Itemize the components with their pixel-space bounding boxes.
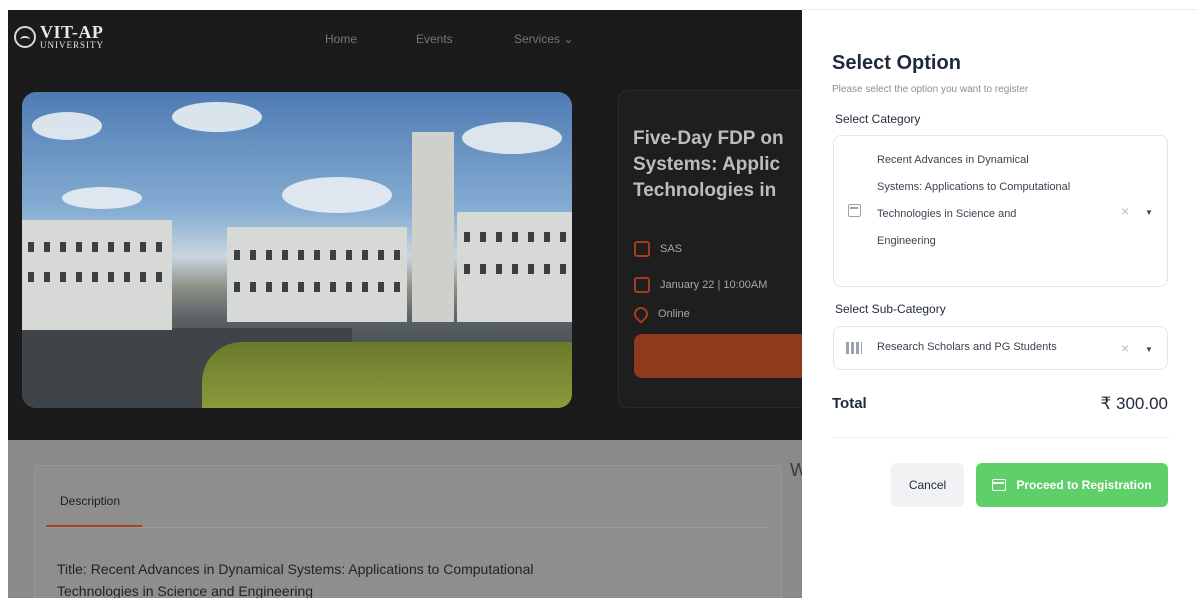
drawer-divider bbox=[832, 437, 1169, 438]
category-clear-icon[interactable]: × bbox=[1121, 203, 1129, 219]
event-title-line: Technologies in bbox=[633, 180, 777, 201]
category-value-line: Technologies in Science and bbox=[877, 208, 1017, 220]
category-label: Select Category bbox=[835, 112, 921, 126]
nav-services[interactable]: Services ⌄ bbox=[514, 32, 573, 46]
proceed-to-registration-button[interactable]: Proceed to Registration bbox=[976, 463, 1168, 507]
total-amount: ₹ 300.00 bbox=[1100, 394, 1168, 413]
calendar-icon bbox=[992, 479, 1007, 491]
logo-subtitle: UNIVERSITY bbox=[40, 40, 104, 50]
description-line: Title: Recent Advances in Dynamical Syst… bbox=[57, 561, 534, 577]
total-label: Total bbox=[832, 395, 867, 412]
nav-events[interactable]: Events bbox=[416, 32, 453, 46]
event-department-text: SAS bbox=[660, 243, 683, 255]
category-selected-value: Recent Advances in Dynamical Systems: Ap… bbox=[877, 147, 1112, 255]
description-line: Technologies in Science and Engineering bbox=[57, 583, 314, 598]
register-button[interactable] bbox=[634, 334, 804, 378]
location-pin-icon bbox=[631, 304, 651, 324]
campus-photo bbox=[22, 92, 572, 408]
category-chevron-down-icon[interactable]: ▼ bbox=[1145, 208, 1153, 217]
drawer-title: Select Option bbox=[832, 52, 961, 74]
event-mode-text: Online bbox=[658, 308, 690, 320]
page: VIT-AP UNIVERSITY Home Events Services ⌄… bbox=[0, 0, 1197, 598]
category-value-line: Recent Advances in Dynamical bbox=[877, 154, 1029, 166]
event-mode: Online bbox=[631, 304, 690, 324]
calendar-icon bbox=[848, 204, 861, 217]
calendar-icon bbox=[634, 277, 650, 293]
logo-emblem-icon bbox=[14, 25, 36, 48]
subcategory-selected-value: Research Scholars and PG Students bbox=[877, 341, 1057, 353]
event-date: January 22 | 10:00AM bbox=[634, 277, 767, 293]
building-icon bbox=[846, 342, 862, 354]
tab-description[interactable]: Description bbox=[60, 494, 120, 508]
event-title: Five-Day FDP on Systems: Applic Technolo… bbox=[633, 126, 803, 204]
category-value-line: Engineering bbox=[877, 235, 936, 247]
event-department: SAS bbox=[634, 241, 682, 257]
nav-home[interactable]: Home bbox=[325, 32, 357, 46]
drawer-subtitle: Please select the option you want to reg… bbox=[832, 84, 1029, 95]
event-title-line: Systems: Applic bbox=[633, 154, 781, 175]
tab-divider bbox=[46, 527, 770, 528]
university-logo[interactable]: VIT-AP UNIVERSITY bbox=[14, 23, 104, 50]
description-text: Title: Recent Advances in Dynamical Syst… bbox=[57, 558, 757, 598]
active-tab-indicator bbox=[46, 525, 142, 527]
subcategory-chevron-down-icon[interactable]: ▼ bbox=[1145, 345, 1153, 354]
building-icon bbox=[634, 241, 650, 257]
proceed-button-label: Proceed to Registration bbox=[1016, 478, 1152, 492]
logo-name: VIT-AP bbox=[40, 22, 104, 42]
cancel-button[interactable]: Cancel bbox=[891, 463, 964, 507]
event-date-text: January 22 | 10:00AM bbox=[660, 279, 768, 291]
event-title-line: Five-Day FDP on bbox=[633, 128, 784, 149]
category-value-line: Systems: Applications to Computational bbox=[877, 181, 1071, 193]
subcategory-label: Select Sub-Category bbox=[835, 302, 946, 316]
subcategory-clear-icon[interactable]: × bbox=[1121, 340, 1129, 356]
